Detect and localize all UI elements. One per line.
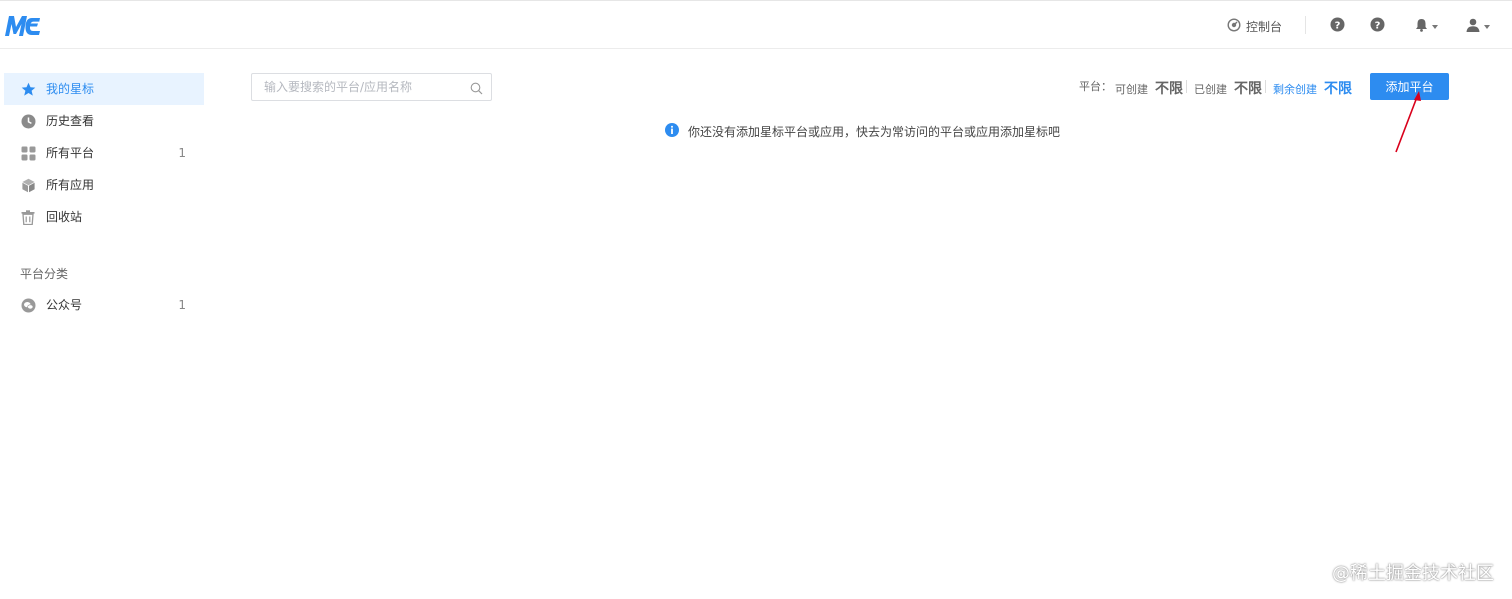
chevron-down-icon [1432,24,1438,29]
svg-text:?: ? [1375,20,1381,31]
trash-icon [20,209,36,225]
empty-state-notice: 你还没有添加星标平台或应用，快去为常访问的平台或应用添加星标吧 [665,122,1061,140]
bell-icon [1415,17,1428,36]
console-link[interactable]: 控制台 [1227,16,1282,36]
notifications-button[interactable] [1415,17,1438,36]
quota-label: 平台： [1079,80,1112,93]
help-circle-icon: ? [1370,17,1385,36]
user-menu-button[interactable] [1466,17,1490,36]
sidebar-item-label: 我的星标 [46,82,95,96]
quota-created-label: 已创建 [1194,83,1227,96]
sidebar-item-label: 公众号 [46,298,83,312]
header-divider [1305,16,1306,34]
quota-divider [1186,80,1187,93]
wechat-icon [20,297,36,313]
sidebar-item-label: 历史查看 [46,114,95,128]
help-circle-icon: ? [1330,17,1345,36]
watermark: @稀土掘金技术社区 [1332,563,1494,584]
quota-created: 已创建 不限 [1194,78,1262,98]
console-label: 控制台 [1246,19,1283,34]
support-button[interactable]: ? [1370,17,1385,36]
platform-category-title: 平台分类 [20,267,69,281]
sidebar-item-label: 回收站 [46,210,83,224]
sidebar-item-count: 1 [178,146,186,160]
sidebar-item-starred[interactable]: 我的星标 [4,73,204,105]
sidebar-item-label: 所有应用 [46,178,95,192]
sidebar-item-wechat-official[interactable]: 公众号 1 [4,289,204,321]
grid-icon [20,145,36,161]
sidebar-item-history[interactable]: 历史查看 [4,105,204,137]
chevron-down-icon [1484,24,1490,29]
sidebar-item-count: 1 [178,298,186,312]
quota-remaining-value: 不限 [1324,81,1352,97]
quota-can-create-label: 可创建 [1115,83,1148,96]
svg-text:?: ? [1335,20,1341,31]
sidebar-item-all-platforms[interactable]: 所有平台 1 [4,137,204,169]
sidebar-item-trash[interactable]: 回收站 [4,201,204,233]
empty-state-text: 你还没有添加星标平台或应用，快去为常访问的平台或应用添加星标吧 [688,124,1061,139]
search-box [251,73,492,101]
sidebar-item-label: 所有平台 [46,146,95,160]
quota-can-create: 可创建 不限 [1115,78,1183,98]
cube-icon [20,177,36,193]
help-button[interactable]: ? [1330,17,1345,36]
top-bar: 控制台 ? ? [0,0,1512,49]
app-root: 控制台 ? ? 我的星标 历史查看 所有平台 1 所有应用 回收站 平台分类 公… [0,0,1512,599]
search-input[interactable] [252,74,462,100]
sidebar-item-all-apps[interactable]: 所有应用 [4,169,204,201]
quota-divider [1265,80,1266,93]
sidebar: 我的星标 历史查看 所有平台 1 所有应用 回收站 平台分类 公众号 1 [0,49,210,599]
dashboard-icon [1227,17,1241,35]
quota-can-create-value: 不限 [1155,81,1183,97]
user-icon [1466,17,1480,36]
clock-icon [20,113,36,129]
quota-remaining: 剩余创建 不限 [1273,78,1352,98]
search-icon[interactable] [470,80,483,99]
quota-created-value: 不限 [1234,81,1262,97]
brand-logo[interactable] [4,14,44,38]
quota-remaining-label: 剩余创建 [1273,83,1317,96]
info-icon [665,122,679,140]
annotation-arrow [1395,91,1421,153]
star-icon [20,81,36,97]
quota-label-group: 平台： [1079,78,1112,98]
